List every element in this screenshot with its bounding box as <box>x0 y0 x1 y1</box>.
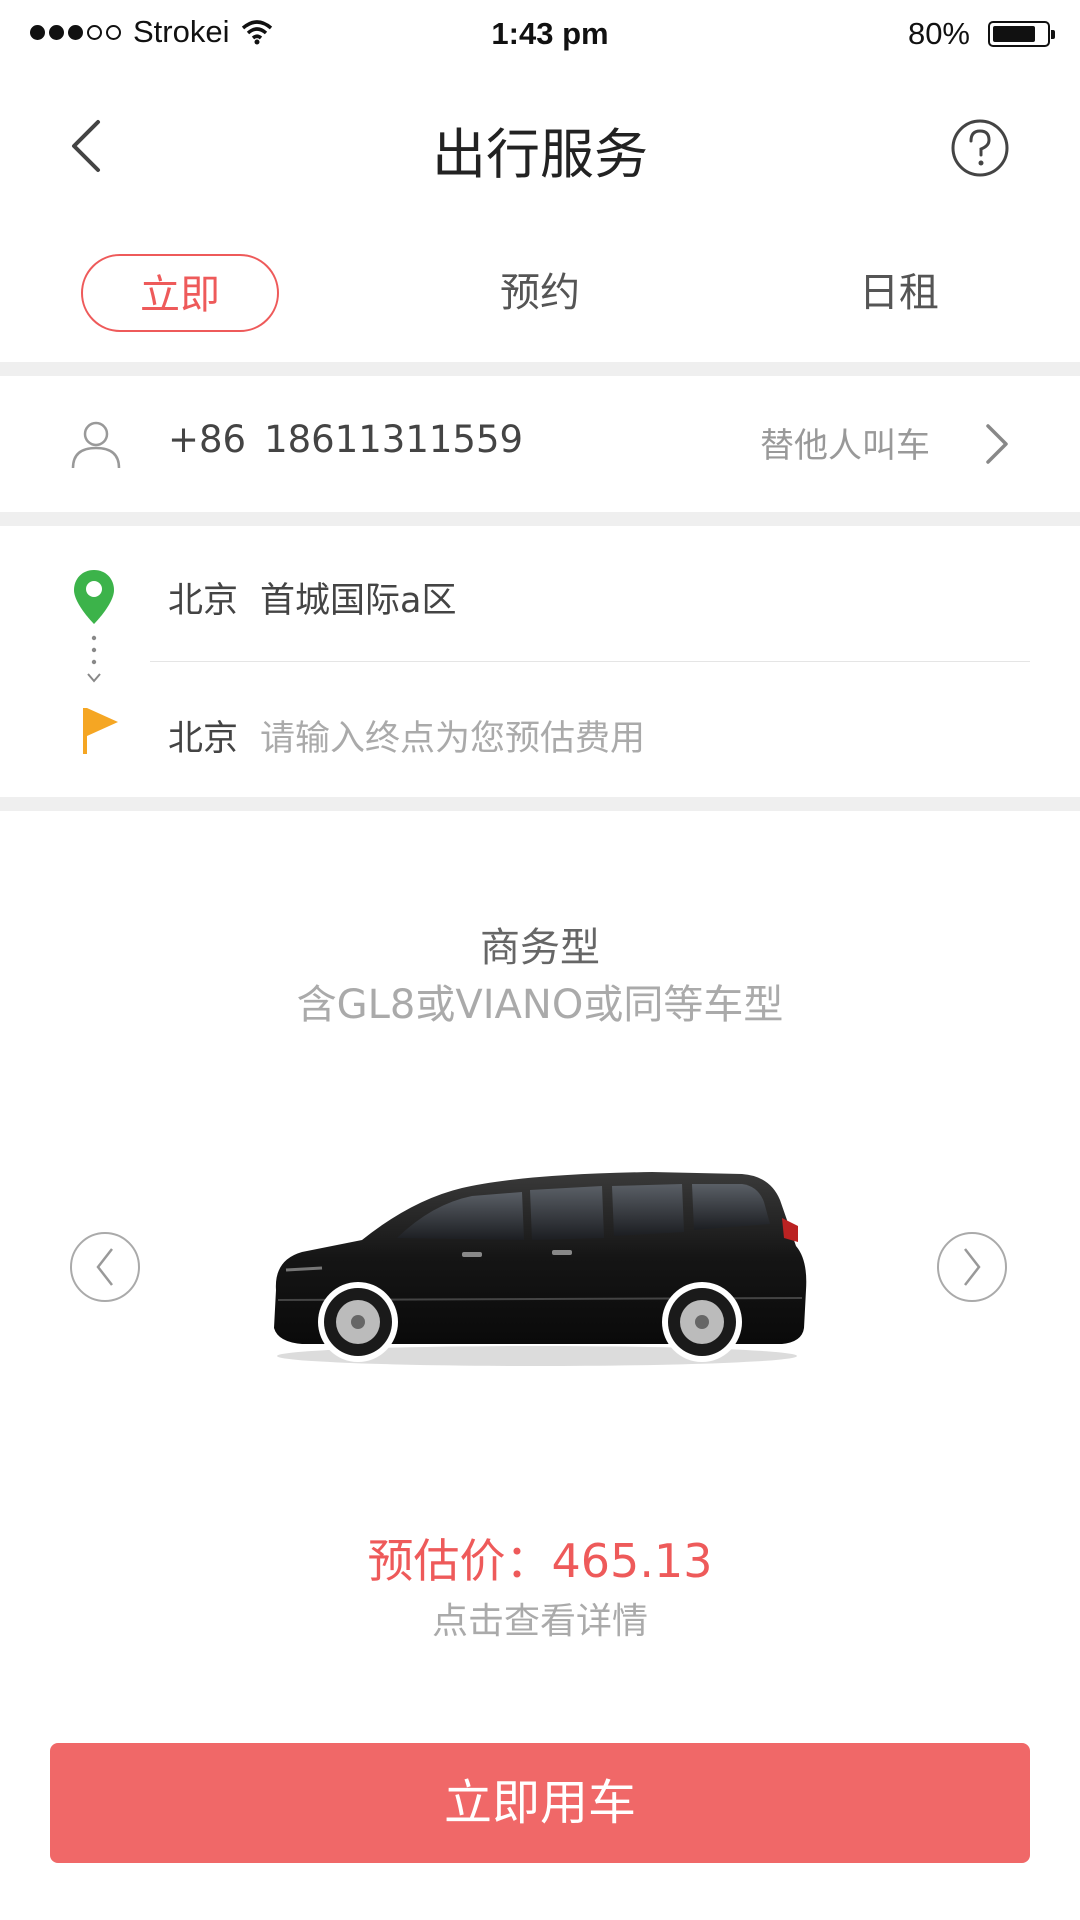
tab-reserve[interactable]: 预约 <box>441 254 639 332</box>
call-for-others-link[interactable]: 替他人叫车 <box>760 418 930 467</box>
route-dots-icon <box>87 635 101 683</box>
next-car-button[interactable] <box>937 1232 1007 1302</box>
estimated-price: 预估价：465.13 <box>367 1534 713 1588</box>
separator <box>0 362 1080 376</box>
view-details-link[interactable]: 点击查看详情 <box>0 1592 1080 1644</box>
destination-placeholder: 请输入终点为您预估费用 <box>260 719 646 759</box>
chevron-right-icon[interactable] <box>982 422 1012 466</box>
car-image <box>274 1172 807 1366</box>
car-type-title: 商务型 <box>480 925 600 971</box>
car-type-description: 含GL8或VIANO或同等车型 <box>296 982 784 1028</box>
tab-now[interactable]: 立即 <box>81 254 279 332</box>
phone-value: 18611311559 <box>264 418 524 461</box>
tab-daily-rent[interactable]: 日租 <box>800 254 998 332</box>
separator <box>0 797 1080 811</box>
destination-flag-icon <box>83 708 118 754</box>
battery-percent: 80% <box>907 16 970 51</box>
page-title: 出行服务 <box>432 123 648 186</box>
call-car-now-button[interactable]: 立即用车 <box>50 1743 1030 1863</box>
divider <box>150 661 1030 662</box>
end-city: 北京 <box>168 719 239 759</box>
start-address-field[interactable]: 北京 首城国际a区 <box>168 572 456 623</box>
status-bar: Strokei 1:43 pm 80% <box>0 0 1080 72</box>
start-city: 北京 <box>168 581 239 621</box>
country-code: +86 <box>168 418 247 461</box>
phone-number[interactable]: +86 18611311559 <box>168 418 541 461</box>
start-address: 首城国际a区 <box>260 581 457 621</box>
destination-field[interactable]: 北京 请输入终点为您预估费用 <box>168 710 645 761</box>
chevron-left-icon <box>96 1248 113 1286</box>
chevron-right-icon <box>964 1248 981 1286</box>
start-location-pin-icon <box>74 570 114 624</box>
user-icon <box>71 421 121 469</box>
separator <box>0 512 1080 526</box>
question-circle-icon[interactable] <box>950 118 1010 178</box>
battery-icon <box>988 21 1055 47</box>
prev-car-button[interactable] <box>70 1232 140 1302</box>
